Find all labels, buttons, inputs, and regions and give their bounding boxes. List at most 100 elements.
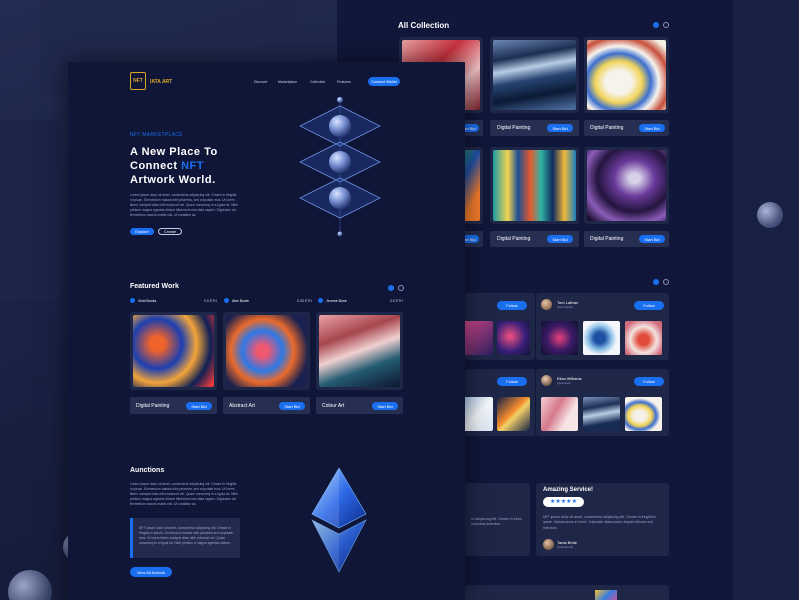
- collection-card-footer: Digital Painting Start Bid: [490, 231, 579, 247]
- avatar: [541, 375, 552, 386]
- hero-title-line2: Connect NFT: [130, 160, 204, 172]
- start-bid-button[interactable]: Start Bid: [279, 402, 305, 410]
- pager-dot-active[interactable]: [388, 285, 394, 291]
- start-bid-button[interactable]: Start Bid: [547, 124, 573, 132]
- creator-icon: [224, 298, 229, 303]
- artist-handle: @tomlathan: [557, 305, 574, 309]
- review-card: Amazing Service! ★★★★★ NFT ipsum dolor s…: [536, 483, 669, 556]
- avatar: [543, 539, 554, 550]
- collection-card-label: Digital Painting: [497, 125, 531, 131]
- hero-description: Lorem ipsum dolor sit amet, consectetur …: [130, 193, 238, 218]
- pager-dot[interactable]: [663, 279, 669, 285]
- collection-art: [587, 150, 666, 221]
- hero-title-accent: NFT: [181, 160, 204, 172]
- review-body: NFT ipsum dolor sit amet, consectetur ad…: [543, 515, 657, 530]
- view-all-artwork-button[interactable]: View All Artwork: [130, 567, 172, 577]
- featured-title: Featured Work: [130, 283, 179, 290]
- featured-card-label: Digital Painting: [136, 403, 170, 409]
- quote-accent-bar: [130, 518, 133, 558]
- creator-price: 0.5 ETH: [390, 299, 403, 303]
- explore-button[interactable]: Explore: [130, 228, 154, 235]
- featured-art: [133, 315, 214, 387]
- collection-art: [493, 40, 576, 110]
- nav-link-collection[interactable]: Collection: [310, 80, 325, 84]
- artist-artwork: [497, 321, 530, 355]
- collection-card-footer: Digital Painting Start Bid: [490, 120, 579, 136]
- artist-card: Eliza Williams @elizawill Follow: [536, 369, 669, 436]
- artist-card: Tom Lathan @tomlathan Follow: [536, 293, 669, 360]
- artist-artwork: [541, 397, 578, 431]
- artist-artwork: [625, 321, 662, 355]
- artist-artwork: [583, 321, 620, 355]
- collection-card-footer: Digital Painting Start Bid: [584, 231, 669, 247]
- pager-dot-active[interactable]: [653, 22, 659, 28]
- featured-card-footer: Abstract Art Start Bid: [223, 397, 310, 414]
- collection-card-label: Digital Painting: [590, 236, 624, 242]
- collection-card-label: Digital Painting: [497, 236, 531, 242]
- contact-wallet-button[interactable]: Contact Wallet: [368, 77, 400, 86]
- nav-link-marketplace[interactable]: Marketplace: [278, 80, 297, 84]
- creator-price: 0.05 ETH: [297, 299, 312, 303]
- follow-button[interactable]: Follow: [497, 377, 527, 386]
- pager-dot[interactable]: [398, 285, 404, 291]
- artist-artwork: [463, 321, 493, 355]
- creator-icon: [318, 298, 323, 303]
- creator-name: Vivid Books: [138, 299, 157, 303]
- review-body: ur adipiscing elit. Ornare in tortor. Vu…: [471, 517, 523, 527]
- start-bid-button[interactable]: Start Bid: [547, 235, 573, 243]
- artist-artwork: [497, 397, 530, 431]
- hero-title-line1: A New Place To: [130, 146, 218, 158]
- artist-handle: @elizawill: [557, 381, 571, 385]
- background-right: [733, 0, 799, 600]
- hero-eyebrow: NFT MARKETPLACE: [130, 132, 183, 138]
- follow-button[interactable]: Follow: [497, 301, 527, 310]
- featured-card[interactable]: [130, 312, 217, 390]
- collection-art: [493, 150, 576, 221]
- creator-price: 0.5 ETH: [204, 299, 217, 303]
- creator-name: Jerome Bone: [326, 299, 347, 303]
- all-collection-title: All Collection: [398, 21, 450, 30]
- collection-card[interactable]: [584, 147, 669, 224]
- follow-button[interactable]: Follow: [634, 377, 664, 386]
- artist-artwork: [583, 397, 620, 431]
- nav-link-features[interactable]: Features: [337, 80, 351, 84]
- follow-button[interactable]: Follow: [634, 301, 664, 310]
- featured-card-label: Colour Art: [322, 403, 345, 409]
- featured-card[interactable]: [316, 312, 403, 390]
- avatar: [541, 299, 552, 310]
- logo-text: NFT: [133, 78, 143, 84]
- artist-artwork: [541, 321, 578, 355]
- start-bid-button[interactable]: Start Bid: [639, 235, 665, 243]
- featured-art: [226, 315, 307, 387]
- review-author-handle: @taniabride: [557, 545, 574, 549]
- featured-card-footer: Colour Art Start Bid: [316, 397, 403, 414]
- hero-title-line3: Artwork World.: [130, 174, 216, 186]
- start-bid-button[interactable]: Start Bid: [372, 402, 398, 410]
- featured-card[interactable]: [223, 312, 310, 390]
- auctions-title: Aunctions: [130, 467, 165, 474]
- collection-card-footer: Digital Painting Start Bid: [584, 120, 669, 136]
- create-button[interactable]: Create: [158, 228, 182, 235]
- collection-card[interactable]: [584, 37, 669, 113]
- start-bid-button[interactable]: Start Bid: [186, 402, 212, 410]
- creator-icon: [130, 298, 135, 303]
- review-title: Amazing Service!: [543, 487, 594, 493]
- logo-icon[interactable]: NFT: [130, 72, 146, 90]
- collection-card[interactable]: [490, 147, 579, 224]
- review-card: ur adipiscing elit. Ornare in tortor. Vu…: [465, 483, 530, 556]
- start-bid-button[interactable]: Start Bid: [639, 124, 665, 132]
- featured-art: [319, 315, 400, 387]
- banner-artwork: [595, 590, 617, 600]
- star-rating: ★★★★★: [543, 497, 584, 507]
- artist-artwork: [463, 397, 493, 431]
- collection-card[interactable]: [490, 37, 579, 113]
- front-page: NFT IATA ART Discover Marketplace Collec…: [68, 62, 465, 600]
- auctions-quote: NFT ipsum dolor sit amet, consectetur ad…: [130, 518, 240, 558]
- nav-link-discover[interactable]: Discover: [254, 80, 268, 84]
- pager-dot-active[interactable]: [653, 279, 659, 285]
- pager-dot[interactable]: [663, 22, 669, 28]
- bottom-banner: [465, 585, 669, 600]
- decorative-sphere: [757, 202, 783, 228]
- collection-card-label: Digital Painting: [590, 125, 624, 131]
- collection-art: [587, 40, 666, 110]
